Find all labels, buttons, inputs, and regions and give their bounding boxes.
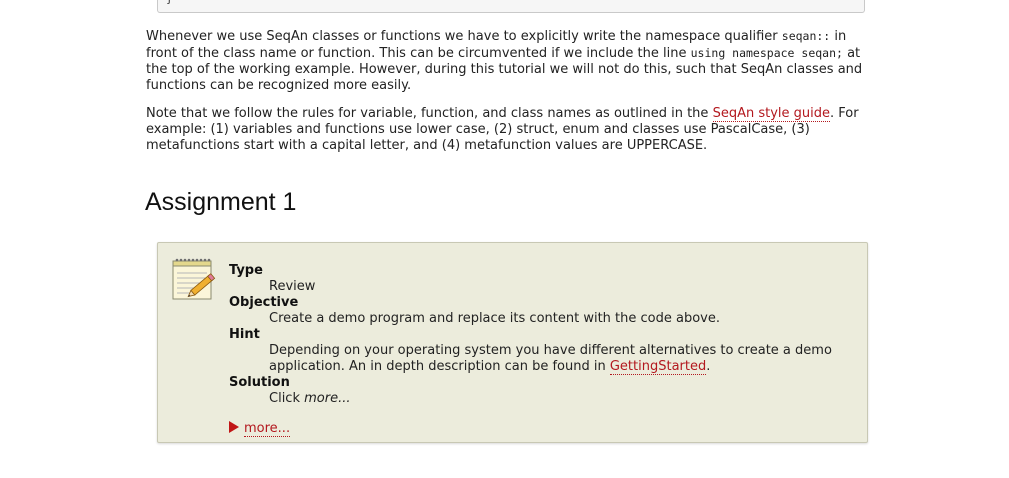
style-guide-link[interactable]: SeqAn style guide xyxy=(712,106,830,122)
code-seqan-qualifier: seqan:: xyxy=(781,29,831,43)
notepad-pencil-icon xyxy=(172,258,216,300)
assignment-heading: Assignment 1 xyxy=(145,188,297,216)
hint-end: . xyxy=(706,359,711,374)
solution-text: Click xyxy=(269,391,305,406)
hint-value: Depending on your operating system you h… xyxy=(269,343,859,375)
solution-value: Click more... xyxy=(269,391,859,407)
objective-value: Create a demo program and replace its co… xyxy=(269,311,720,326)
objective-label: Objective xyxy=(229,295,299,310)
code-closing-brace: } xyxy=(166,0,173,5)
more-toggle[interactable]: more... xyxy=(229,421,291,437)
triangle-right-icon xyxy=(229,421,239,433)
para2-text-1: Note that we follow the rules for variab… xyxy=(146,106,713,121)
type-label: Type xyxy=(229,263,263,278)
main-content: Whenever we use SeqAn classes or functio… xyxy=(146,28,881,166)
hint-text: Depending on your operating system you h… xyxy=(269,343,832,374)
assignment-details: Type Review Objective Create a demo prog… xyxy=(229,263,859,407)
more-link[interactable]: more... xyxy=(244,421,291,437)
solution-more-em: more... xyxy=(304,391,351,406)
code-using-namespace: using namespace seqan; xyxy=(690,46,843,60)
namespace-paragraph: Whenever we use SeqAn classes or functio… xyxy=(146,28,881,94)
style-guide-paragraph: Note that we follow the rules for variab… xyxy=(146,106,881,154)
hint-label: Hint xyxy=(229,327,260,342)
para1-text-1: Whenever we use SeqAn classes or functio… xyxy=(146,29,782,44)
getting-started-link[interactable]: GettingStarted xyxy=(609,359,707,375)
type-value: Review xyxy=(269,279,316,294)
code-block-end: } xyxy=(157,0,865,13)
solution-label: Solution xyxy=(229,375,290,390)
assignment-box: Type Review Objective Create a demo prog… xyxy=(157,242,868,443)
